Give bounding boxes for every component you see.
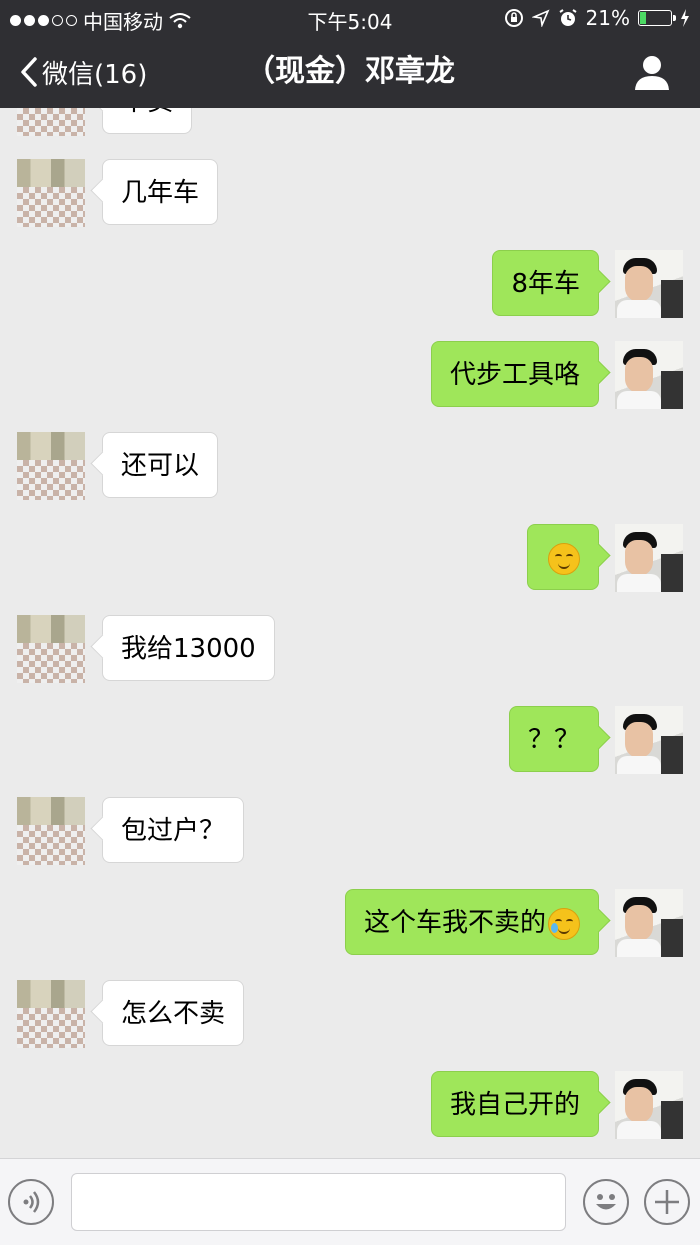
- emoji-button[interactable]: [583, 1179, 629, 1225]
- rotation-lock-icon: [504, 8, 524, 28]
- contact-avatar[interactable]: [17, 980, 85, 1048]
- chat-title: （现金）邓章龙: [245, 54, 455, 89]
- location-icon: [531, 9, 550, 27]
- my-avatar[interactable]: [615, 1071, 683, 1139]
- contact-avatar[interactable]: [17, 108, 85, 136]
- status-bar: 中国移动 下午5:04 21%: [0, 0, 700, 36]
- my-avatar[interactable]: [615, 706, 683, 774]
- my-avatar[interactable]: [615, 341, 683, 409]
- voice-button[interactable]: [8, 1179, 54, 1225]
- battery-percent: 21%: [585, 6, 630, 30]
- incoming-message[interactable]: 包过户？: [102, 797, 245, 863]
- outgoing-message[interactable]: ？？: [508, 706, 599, 772]
- contact-avatar[interactable]: [17, 159, 85, 227]
- emoji-icon: [585, 1181, 627, 1223]
- charging-icon: [680, 9, 690, 27]
- laugh-cry-emoji-icon: [548, 907, 580, 940]
- chat-message-list[interactable]: 不卖 几年车 8年车 代步工具咯 还可以 我给13000 ？？ 包过户？ 这个车…: [0, 108, 700, 1158]
- outgoing-message[interactable]: 代步工具咯: [430, 341, 599, 407]
- more-button[interactable]: [644, 1179, 690, 1225]
- incoming-message[interactable]: 不卖: [102, 108, 193, 134]
- outgoing-message[interactable]: 这个车我不卖的: [344, 889, 599, 955]
- message-input[interactable]: [71, 1173, 566, 1231]
- outgoing-message[interactable]: 我自己开的: [430, 1071, 599, 1137]
- status-right: 21%: [504, 6, 690, 30]
- person-icon: [632, 54, 672, 90]
- my-avatar[interactable]: [615, 524, 683, 592]
- incoming-message[interactable]: 还可以: [102, 432, 219, 498]
- voice-icon: [10, 1181, 52, 1223]
- battery-icon: [638, 10, 676, 26]
- my-avatar[interactable]: [615, 250, 683, 318]
- smirk-emoji-icon: [548, 542, 580, 575]
- navigation-bar: 微信(16) （现金）邓章龙: [0, 36, 700, 108]
- contact-avatar[interactable]: [17, 797, 85, 865]
- outgoing-message[interactable]: 8年车: [492, 250, 599, 316]
- incoming-message[interactable]: 几年车: [102, 159, 219, 225]
- contact-profile-button[interactable]: [632, 54, 672, 90]
- incoming-message[interactable]: 我给13000: [102, 615, 275, 681]
- plus-icon: [646, 1181, 688, 1223]
- input-bar: [0, 1158, 700, 1245]
- top-bar: 中国移动 下午5:04 21% 微信(16) （现金）邓章龙: [0, 0, 700, 108]
- contact-avatar[interactable]: [17, 615, 85, 683]
- my-avatar[interactable]: [615, 889, 683, 957]
- contact-avatar[interactable]: [17, 432, 85, 500]
- incoming-message[interactable]: 怎么不卖: [102, 980, 245, 1046]
- message-text: 这个车我不卖的: [363, 908, 546, 938]
- alarm-icon: [558, 8, 578, 28]
- outgoing-message[interactable]: [527, 524, 599, 590]
